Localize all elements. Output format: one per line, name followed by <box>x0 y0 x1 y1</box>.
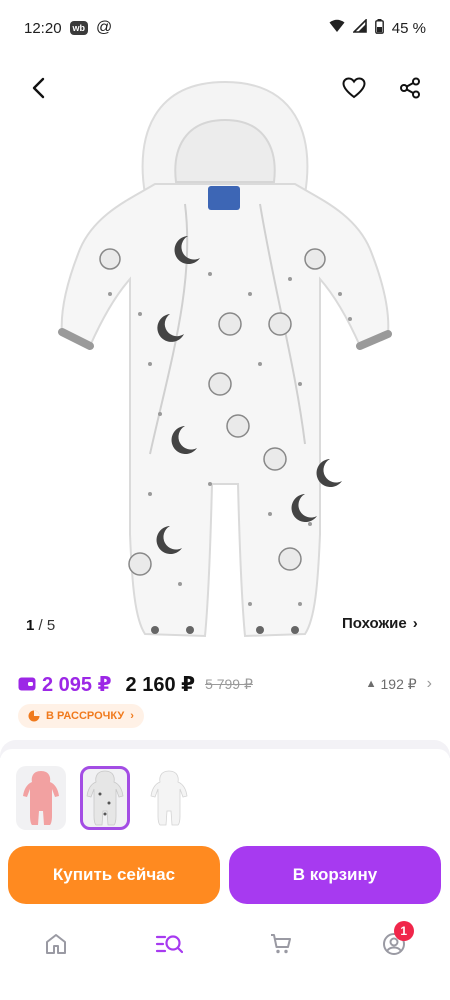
add-to-cart-label: В корзину <box>292 865 378 884</box>
chevron-right-icon: › <box>412 614 418 632</box>
pie-chart-icon <box>28 710 40 722</box>
image-counter-total: 5 <box>46 617 56 634</box>
bottom-navigation: 1 <box>0 914 450 974</box>
variant-pink[interactable] <box>16 766 66 830</box>
share-icon <box>400 77 420 99</box>
buy-now-button[interactable]: Купить сейчас <box>8 846 220 904</box>
battery-icon <box>374 18 384 38</box>
at-icon: @ <box>96 19 113 36</box>
installment-label: В РАССРОЧКУ <box>46 710 125 722</box>
variant-white[interactable] <box>144 766 194 830</box>
similar-label: Похожие <box>342 614 407 632</box>
chevron-left-icon <box>32 77 45 99</box>
home-icon <box>46 934 67 954</box>
heart-icon <box>342 77 366 99</box>
product-image-gallery[interactable] <box>0 56 450 656</box>
system-home-area <box>0 978 450 1000</box>
variant-white-moon[interactable] <box>80 766 130 830</box>
image-counter-current: 1 <box>26 617 35 634</box>
buy-now-label: Купить сейчас <box>52 865 176 884</box>
nav-catalog[interactable] <box>139 919 199 969</box>
wb-app-icon: wb <box>69 21 89 35</box>
current-price: 2 160 ₽ <box>125 673 196 696</box>
share-button[interactable] <box>392 70 428 106</box>
wallet-price: 2 095 ₽ <box>42 673 112 696</box>
status-time: 12:20 <box>24 19 62 37</box>
price-row: 2 095 ₽ 2 160 ₽ 5 799 ₽ ▲ 192 ₽ › <box>18 670 432 698</box>
product-image <box>58 80 392 638</box>
nav-profile[interactable]: 1 <box>364 919 424 969</box>
variant-white-image <box>150 770 188 826</box>
section-card-top <box>0 749 450 761</box>
price-history-value: 192 ₽ <box>380 675 417 692</box>
chevron-right-icon: › <box>130 710 134 722</box>
wifi-icon <box>329 19 345 37</box>
nav-home[interactable] <box>26 919 86 969</box>
variant-pink-image <box>23 771 59 825</box>
product-page: 12:20 wb @ 45 % 1 / 5 Похожие › 2 095 ₽ … <box>0 0 450 1000</box>
variant-white-moon-image <box>86 770 124 826</box>
arrow-up-icon: ▲ <box>365 678 377 690</box>
image-counter: 1 / 5 <box>26 617 55 634</box>
color-variants <box>16 766 194 830</box>
status-bar: 12:20 wb @ 45 % <box>0 0 450 56</box>
image-counter-separator: / <box>38 617 43 634</box>
add-to-cart-button[interactable]: В корзину <box>229 846 441 904</box>
signal-icon <box>351 18 367 37</box>
price-history-link[interactable]: ▲ 192 ₽ › <box>366 675 432 693</box>
battery-percent: 45 % <box>391 19 426 37</box>
favorite-button[interactable] <box>336 70 372 106</box>
cart-icon <box>271 934 292 954</box>
nav-cart[interactable] <box>251 919 311 969</box>
installment-badge[interactable]: В РАССРОЧКУ › <box>18 704 144 728</box>
profile-notification-badge: 1 <box>393 921 414 941</box>
chevron-right-icon: › <box>426 675 432 692</box>
back-button[interactable] <box>20 70 56 106</box>
catalog-search-icon <box>155 935 183 954</box>
similar-products-button[interactable]: Похожие › <box>332 606 428 640</box>
old-price: 5 799 ₽ <box>205 675 253 692</box>
wallet-icon <box>18 677 36 691</box>
